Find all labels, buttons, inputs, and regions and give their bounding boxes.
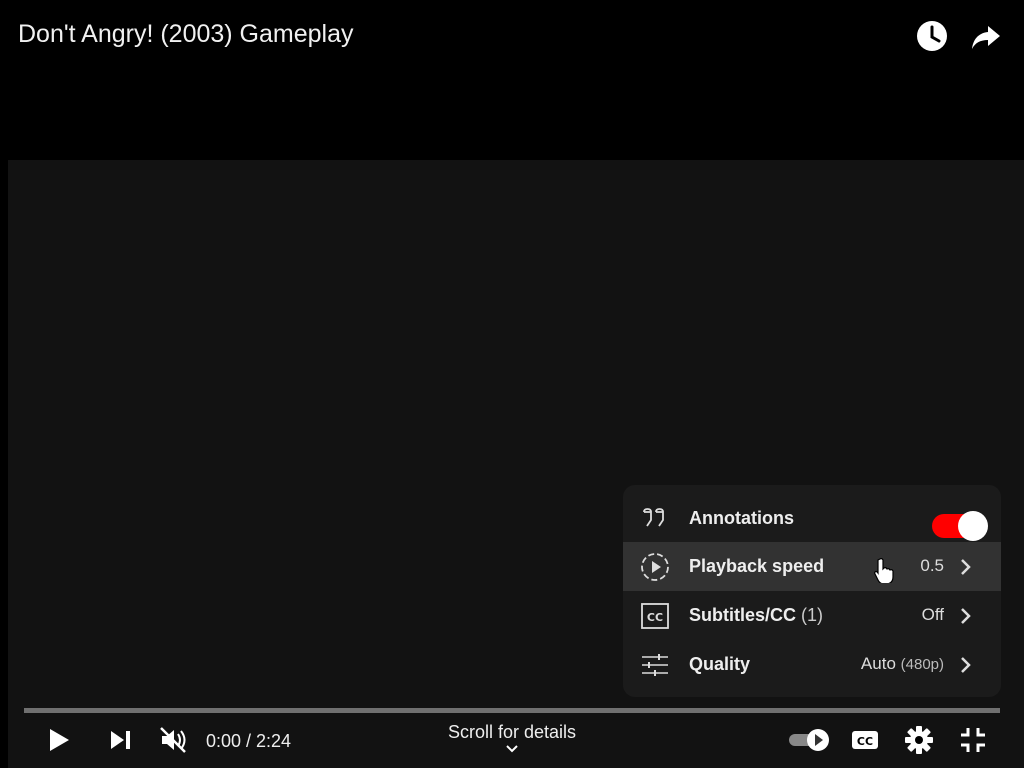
menu-item-quality[interactable]: Quality Auto (480p) (623, 640, 1001, 689)
annotations-toggle[interactable] (932, 511, 988, 541)
menu-item-playback-speed[interactable]: Playback speed 0.5 (623, 542, 1001, 591)
watch-later-icon[interactable] (914, 18, 950, 54)
menu-item-annotations[interactable]: Annotations (623, 494, 1001, 543)
settings-gear-icon[interactable] (901, 722, 937, 758)
hand-cursor-icon (874, 558, 894, 583)
menu-label-annotations: Annotations (689, 508, 794, 528)
play-icon[interactable] (40, 722, 76, 758)
video-title: Don't Angry! (2003) Gameplay (18, 20, 354, 48)
cc-icon: CC (639, 600, 671, 632)
quality-value-detail: (480p) (900, 656, 944, 673)
scroll-hint-label: Scroll for details (447, 722, 577, 742)
mute-icon[interactable] (155, 722, 191, 758)
next-icon[interactable] (102, 722, 138, 758)
chevron-right-icon (961, 559, 971, 575)
time-display: 0:00 / 2:24 (206, 731, 292, 751)
svg-text:CC: CC (647, 611, 663, 624)
quality-sliders-icon (639, 649, 671, 681)
subtitles-label-text: Subtitles/CC (689, 605, 797, 625)
menu-item-subtitles[interactable]: CC Subtitles/CC (1) Off (623, 591, 1001, 640)
menu-label-quality: Quality (689, 654, 751, 674)
svg-text:CC: CC (857, 735, 873, 748)
quality-value: Auto (480p) (861, 654, 944, 674)
settings-menu: Annotations Playback speed 0.5 CC Subtit… (623, 485, 1001, 697)
top-bar: Don't Angry! (2003) Gameplay (0, 0, 1024, 80)
share-icon[interactable] (968, 18, 1004, 54)
subtitles-track-count: (1) (801, 605, 824, 625)
chevron-right-icon (961, 608, 971, 624)
autoplay-toggle-icon[interactable] (788, 722, 832, 758)
chevron-down-icon (506, 745, 518, 753)
scroll-for-details[interactable]: Scroll for details (412, 722, 612, 755)
chevron-right-icon (961, 657, 971, 673)
menu-label-subtitles: Subtitles/CC (1) (689, 605, 823, 626)
exit-fullscreen-icon[interactable] (955, 722, 991, 758)
annotations-icon (639, 503, 671, 535)
progress-bar[interactable] (24, 708, 1000, 713)
subtitles-value: Off (921, 605, 944, 624)
quality-value-main: Auto (860, 654, 896, 673)
subtitles-icon[interactable]: CC (847, 722, 883, 758)
menu-label-playback-speed: Playback speed (689, 556, 825, 576)
playback-speed-icon (639, 551, 671, 583)
playback-speed-value: 0.5 (920, 556, 944, 575)
